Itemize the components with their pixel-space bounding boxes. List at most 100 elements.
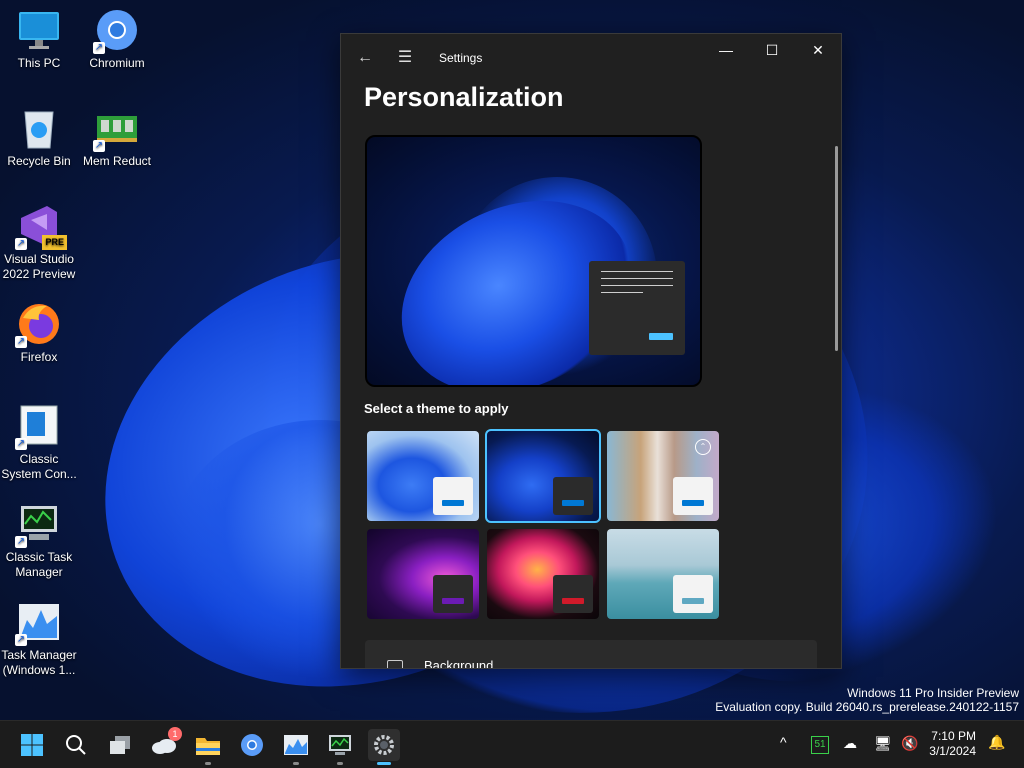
task-manager-taskbar-button[interactable] bbox=[280, 729, 312, 765]
system-config-icon: ↗ bbox=[15, 404, 61, 450]
theme-mini-window bbox=[433, 575, 473, 613]
active-indicator bbox=[377, 762, 391, 765]
spotlight-icon: ⌃ bbox=[695, 439, 711, 455]
desktop-icon-chromium[interactable]: ↗ Chromium bbox=[78, 8, 156, 71]
preview-window-card bbox=[589, 261, 685, 355]
desktop-icon-label: Mem Reduct bbox=[82, 154, 152, 168]
onedrive-offline-tray-icon[interactable]: ☁ bbox=[843, 735, 857, 752]
preview-line bbox=[601, 292, 643, 293]
shortcut-arrow-icon: ↗ bbox=[15, 238, 27, 250]
desktop-icon-this-pc[interactable]: This PC bbox=[0, 8, 78, 71]
title-bar[interactable]: ← ☰ Settings — ☐ ✕ bbox=[341, 34, 841, 82]
desktop-icon-recycle-bin[interactable]: Recycle Bin bbox=[0, 106, 78, 169]
shortcut-arrow-icon: ↗ bbox=[15, 438, 27, 450]
evaluation-watermark: Windows 11 Pro Insider Preview Evaluatio… bbox=[715, 686, 1019, 714]
onedrive-button[interactable]: 1 bbox=[148, 727, 182, 761]
maximize-button[interactable]: ☐ bbox=[749, 34, 795, 66]
running-indicator bbox=[337, 762, 343, 765]
volume-muted-tray-icon[interactable]: 🔇 bbox=[901, 735, 918, 752]
notification-bell-icon[interactable]: 🔔 bbox=[988, 734, 1005, 751]
background-label: Background bbox=[424, 658, 494, 669]
start-button[interactable] bbox=[16, 729, 48, 761]
close-button[interactable]: ✕ bbox=[795, 34, 841, 66]
preview-line bbox=[601, 285, 673, 286]
shortcut-arrow-icon: ↗ bbox=[93, 42, 105, 54]
watermark-line: Windows 11 Pro Insider Preview bbox=[847, 686, 1019, 700]
theme-flow[interactable] bbox=[607, 529, 719, 619]
desktop-icon-classic-task-manager[interactable]: ↗ Classic Task Manager bbox=[0, 502, 78, 580]
theme-accent-bar bbox=[442, 500, 464, 506]
network-tray-icon[interactable]: 🖥 bbox=[874, 735, 892, 752]
firefox-icon: ↗ bbox=[15, 302, 61, 348]
hamburger-menu-icon[interactable]: ☰ bbox=[393, 46, 417, 70]
shortcut-arrow-icon: ↗ bbox=[15, 634, 27, 646]
desktop-icon-label: Task Manager (Windows 1... bbox=[1, 648, 77, 677]
memory-counter-tray-icon[interactable]: 51 bbox=[811, 736, 829, 754]
desktop-icon-label: Classic System Con... bbox=[1, 452, 77, 481]
settings-window: ← ☰ Settings — ☐ ✕ Personalization Selec… bbox=[340, 33, 842, 669]
theme-accent-bar bbox=[562, 500, 584, 506]
memory-chip-icon: ↗ bbox=[93, 106, 139, 152]
chromium-icon: ↗ bbox=[93, 8, 139, 54]
preview-accent-button bbox=[649, 333, 673, 340]
preview-line bbox=[601, 278, 673, 279]
desktop-icon-firefox[interactable]: ↗ Firefox bbox=[0, 302, 78, 365]
desktop-icon-visual-studio[interactable]: PRE ↗ Visual Studio 2022 Preview bbox=[0, 204, 78, 282]
theme-accent-bar bbox=[442, 598, 464, 604]
show-hidden-icons-chevron-icon[interactable]: ^ bbox=[780, 734, 787, 750]
task-manager-icon: ↗ bbox=[15, 600, 61, 646]
theme-mini-window bbox=[673, 575, 713, 613]
recycle-bin-icon bbox=[17, 106, 61, 150]
settings-taskbar-button[interactable] bbox=[368, 729, 400, 765]
task-manager-monitor-icon: ↗ bbox=[15, 502, 61, 548]
preview-badge: PRE bbox=[42, 235, 67, 250]
desktop-icon-mem-reduct[interactable]: ↗ Mem Reduct bbox=[78, 106, 156, 169]
watermark-line: Evaluation copy. Build 26040.rs_prerelea… bbox=[715, 700, 1019, 714]
theme-windows-dark[interactable] bbox=[485, 429, 601, 523]
theme-section-label: Select a theme to apply bbox=[364, 401, 509, 416]
classic-task-manager-taskbar-button[interactable] bbox=[324, 729, 356, 765]
back-arrow-icon[interactable]: ← bbox=[353, 46, 377, 70]
notification-badge: 1 bbox=[168, 727, 182, 741]
theme-mini-window bbox=[673, 477, 713, 515]
desktop-icon-task-manager[interactable]: ↗ Task Manager (Windows 1... bbox=[0, 600, 78, 678]
scrollbar-thumb[interactable] bbox=[835, 146, 838, 351]
file-explorer-button[interactable] bbox=[192, 729, 224, 765]
shortcut-arrow-icon: ↗ bbox=[15, 536, 27, 548]
clock-date: 3/1/2024 bbox=[929, 744, 976, 758]
clock-time: 7:10 PM bbox=[931, 729, 976, 743]
theme-accent-bar bbox=[562, 598, 584, 604]
desktop-icon-classic-system-config[interactable]: ↗ Classic System Con... bbox=[0, 404, 78, 482]
theme-mini-window bbox=[433, 477, 473, 515]
shortcut-arrow-icon: ↗ bbox=[93, 140, 105, 152]
chromium-taskbar-button[interactable] bbox=[236, 729, 268, 761]
theme-captured-motion[interactable] bbox=[487, 529, 599, 619]
search-button[interactable] bbox=[60, 729, 92, 761]
running-indicator bbox=[205, 762, 211, 765]
preview-line bbox=[601, 271, 673, 272]
theme-accent-bar bbox=[682, 500, 704, 506]
theme-accent-bar bbox=[682, 598, 704, 604]
monitor-icon bbox=[17, 8, 61, 52]
minimize-button[interactable]: — bbox=[703, 34, 749, 66]
theme-mini-window bbox=[553, 477, 593, 515]
image-icon bbox=[387, 660, 403, 668]
desktop-icon-label: Recycle Bin bbox=[7, 154, 71, 168]
clock[interactable]: 7:10 PM 3/1/2024 bbox=[929, 729, 976, 759]
desktop-icon-label: This PC bbox=[17, 56, 61, 70]
page-title: Personalization bbox=[364, 82, 564, 112]
task-view-button[interactable] bbox=[104, 729, 136, 761]
background-setting-row[interactable]: Background bbox=[365, 640, 817, 669]
desktop-icon-label: Visual Studio 2022 Preview bbox=[2, 252, 76, 281]
desktop-icon-label: Firefox bbox=[20, 350, 58, 364]
running-indicator bbox=[293, 762, 299, 765]
visual-studio-icon: PRE ↗ bbox=[15, 204, 67, 250]
theme-glow[interactable] bbox=[367, 529, 479, 619]
desktop-icon-label: Classic Task Manager bbox=[5, 550, 73, 579]
taskbar: 1 ^ 51 ☁ 🖥 🔇 7:10 PM 3/1/2024 🔔 bbox=[0, 720, 1024, 768]
desktop-icon-label: Chromium bbox=[89, 56, 145, 70]
theme-windows-light[interactable] bbox=[367, 431, 479, 521]
window-title: Settings bbox=[439, 51, 483, 65]
theme-windows-spotlight[interactable]: ⌃ bbox=[607, 431, 719, 521]
theme-preview bbox=[365, 135, 702, 387]
